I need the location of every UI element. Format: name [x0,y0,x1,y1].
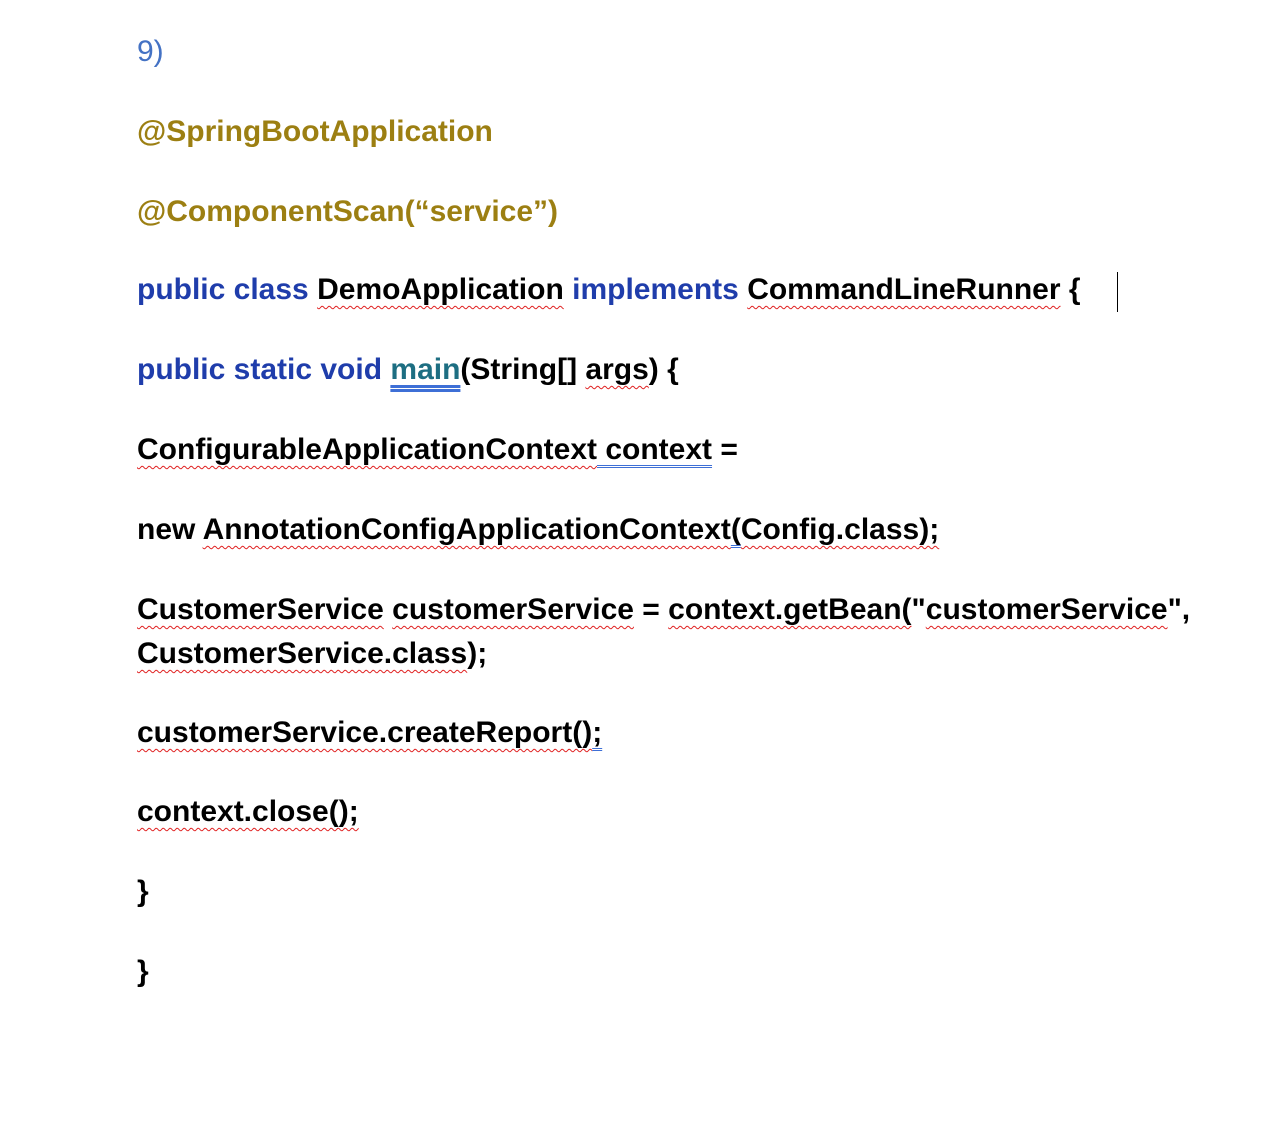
quote-open: " [911,593,926,626]
constructor-name: AnnotationConfigApplicationContext [202,513,731,546]
getbean-eq: = [633,593,669,626]
context-var: context [597,433,713,466]
class-name: DemoApplication [317,273,564,306]
constructor-arg: Config.class); [740,513,940,546]
class-declaration-line: public class DemoApplication implements … [137,268,1081,312]
create-report-end: ; [592,716,603,749]
context-declaration-line: ConfigurableApplicationContext context = [137,428,738,472]
service-type: CustomerService [137,593,384,626]
service-var: customerService [392,593,634,626]
create-report-call: customerService.createReport() [137,716,593,749]
closing-brace-method: } [137,875,149,908]
getbean-call: context.getBean( [668,593,912,626]
create-report-line: customerService.createReport(); [137,711,602,755]
open-brace: { [1068,273,1081,306]
close-call: context.close(); [137,795,359,828]
method-name-main: main [390,353,461,386]
interface-name: CommandLineRunner [747,273,1061,306]
params-start: (String[] [460,353,586,386]
annotation-component-scan: @ComponentScan(“service”) [137,195,559,228]
params-end: ) { [648,353,679,386]
text-cursor [1117,272,1118,312]
annotation-spring-boot: @SpringBootApplication [137,115,493,148]
keyword-new: new [137,513,203,546]
keyword-public-class: public class [137,273,309,306]
param-args: args [585,353,649,386]
context-type: ConfigurableApplicationContext [137,433,597,466]
context-assign: = [712,433,738,466]
constructor-paren: ( [730,513,741,546]
class-arg: CustomerService.class [137,637,468,670]
quote-close: ", [1167,593,1191,626]
closing-brace-class: } [137,955,149,988]
bean-name: customerService [925,593,1168,626]
getbean-end: ); [467,637,488,670]
main-method-line: public static void main(String[] args) { [137,348,679,392]
new-context-line: new AnnotationConfigApplicationContext(C… [137,508,939,552]
keyword-implements: implements [572,273,739,306]
item-number: 9) [137,35,164,68]
close-line: context.close(); [137,790,359,834]
keyword-public-static-void: public static void [137,353,383,386]
getbean-line: CustomerService customerService = contex… [137,588,1247,676]
document-page: 9) @SpringBootApplication @ComponentScan… [0,0,1280,1125]
